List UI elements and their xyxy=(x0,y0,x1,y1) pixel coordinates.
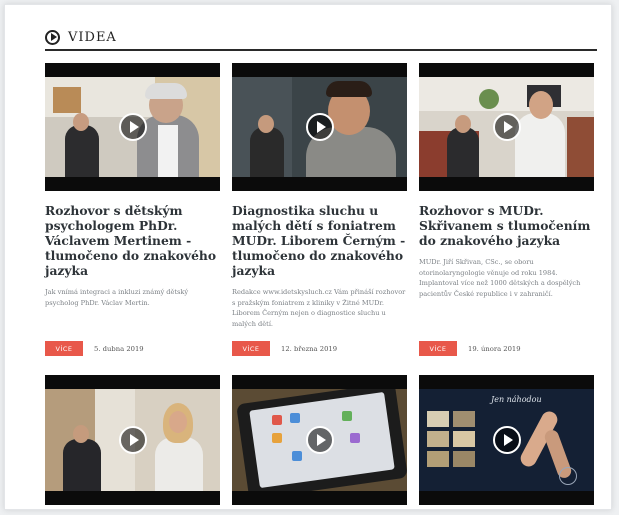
video-thumbnail[interactable] xyxy=(232,375,407,505)
play-icon[interactable] xyxy=(118,426,147,454)
section-title: VIDEA xyxy=(68,29,117,45)
video-description: Redakce www.idetskysluch.cz Vám přináší … xyxy=(232,288,406,328)
page-frame: VIDEA Rozhovor s dětským psychologem PhD… xyxy=(4,4,612,510)
video-card[interactable] xyxy=(45,375,220,505)
video-meta: VÍCE 19. února 2019 xyxy=(419,341,521,356)
video-title[interactable]: Diagnostika sluchu u malých dětí s fonia… xyxy=(232,203,407,278)
video-meta: VÍCE 12. března 2019 xyxy=(232,341,337,356)
video-description: Jak vnímá integraci a inkluzi známý děts… xyxy=(45,288,189,307)
video-card[interactable]: Jen náhodou xyxy=(419,375,594,505)
video-card[interactable]: Rozhovor s dětským psychologem PhDr. Vác… xyxy=(45,63,220,308)
play-circle-icon xyxy=(45,29,60,45)
video-thumbnail[interactable]: Jen náhodou xyxy=(419,375,594,505)
more-button[interactable]: VÍCE xyxy=(45,341,83,356)
play-icon[interactable] xyxy=(118,113,147,141)
video-title[interactable]: Rozhovor s MUDr. Skřivanem s tlumočením … xyxy=(419,203,594,248)
video-thumbnail[interactable] xyxy=(419,63,594,191)
video-title[interactable]: Rozhovor s dětským psychologem PhDr. Vác… xyxy=(45,203,220,278)
video-thumbnail[interactable] xyxy=(45,63,220,191)
video-meta: VÍCE 5. dubna 2019 xyxy=(45,341,144,356)
play-icon[interactable] xyxy=(492,426,521,454)
video-thumbnail[interactable] xyxy=(232,63,407,191)
video-date: 19. února 2019 xyxy=(468,344,521,353)
video-thumbnail[interactable] xyxy=(45,375,220,505)
play-icon[interactable] xyxy=(305,113,334,141)
thumbnail-caption: Jen náhodou xyxy=(491,395,542,404)
video-card[interactable]: Rozhovor s MUDr. Skřivanem s tlumočením … xyxy=(419,63,594,299)
play-icon[interactable] xyxy=(305,426,334,454)
video-description: MUDr. Jiří Skřivan, CSc., se oboru otori… xyxy=(419,258,581,298)
more-button[interactable]: VÍCE xyxy=(232,341,270,356)
play-icon[interactable] xyxy=(492,113,521,141)
videos-section-header: VIDEA xyxy=(45,25,597,51)
video-card[interactable]: Diagnostika sluchu u malých dětí s fonia… xyxy=(232,63,407,329)
video-date: 12. března 2019 xyxy=(281,344,338,353)
video-date: 5. dubna 2019 xyxy=(94,344,144,353)
more-button[interactable]: VÍCE xyxy=(419,341,457,356)
video-card[interactable] xyxy=(232,375,407,505)
